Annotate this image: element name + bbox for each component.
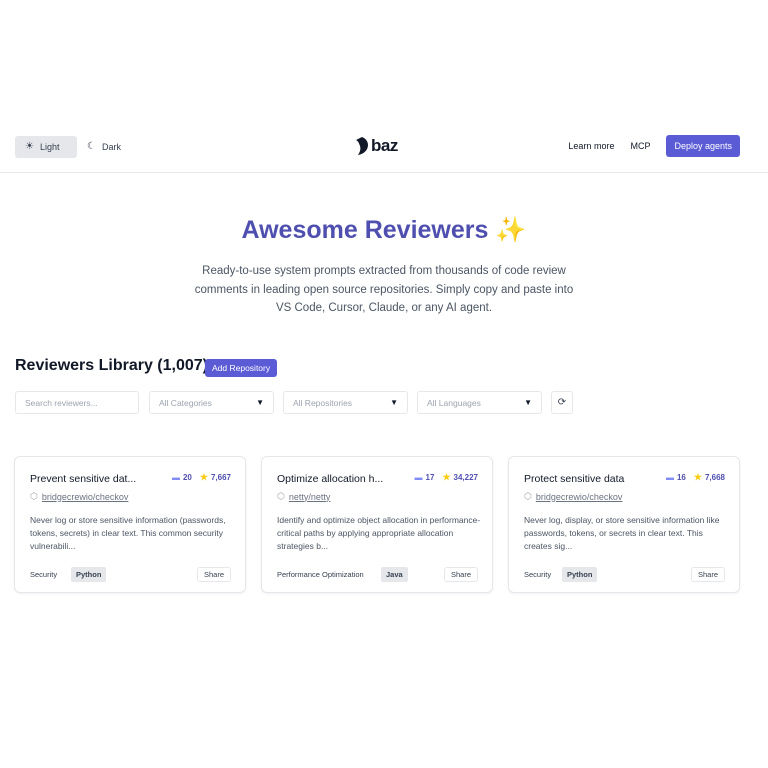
reviewer-card[interactable]: Optimize allocation h... ▬ 17 ★ 34,227 ⬡… — [261, 456, 493, 593]
repo-link[interactable]: bridgecrewio/checkov — [42, 492, 129, 502]
language-tag[interactable]: Java — [381, 567, 408, 582]
reviewer-card[interactable]: Protect sensitive data ▬ 16 ★ 7,668 ⬡ br… — [508, 456, 740, 593]
logo[interactable]: baz — [356, 136, 398, 156]
card-repo: ⬡ bridgecrewio/checkov — [30, 491, 128, 502]
share-button[interactable]: Share — [690, 567, 725, 582]
comment-count: ▬ 16 — [666, 473, 686, 482]
theme-dark-label: Dark — [101, 142, 121, 152]
top-header: ☀ Light ☾ Dark baz Learn more MCP Deploy… — [0, 134, 768, 173]
top-nav: Learn more MCP Deploy agents — [568, 135, 740, 157]
category-tag[interactable]: Security — [30, 567, 57, 582]
caret-down-icon: ▼ — [256, 398, 264, 407]
star-count: ★ 7,667 — [200, 472, 231, 483]
card-stats: ▬ 16 ★ 7,668 — [666, 472, 725, 483]
package-icon: ⬡ — [30, 491, 38, 501]
languages-select-value: All Languages — [427, 397, 481, 408]
card-description: Never log, display, or store sensitive i… — [524, 515, 720, 551]
star-count: ★ 34,227 — [442, 472, 478, 483]
card-stats: ▬ 20 ★ 7,667 — [172, 472, 231, 483]
theme-toggle: ☀ Light ☾ Dark — [15, 136, 131, 158]
comment-count-value: 16 — [676, 473, 686, 482]
reviewer-card[interactable]: Prevent sensitive dat... ▬ 20 ★ 7,667 ⬡ … — [14, 456, 246, 593]
comment-count: ▬ 17 — [415, 473, 435, 482]
theme-light-label: Light — [39, 142, 60, 152]
categories-select-value: All Categories — [159, 397, 212, 408]
repo-link[interactable]: netty/netty — [289, 492, 331, 502]
mcp-link[interactable]: MCP — [630, 141, 650, 151]
page-title: Awesome Reviewers ✨ — [241, 216, 527, 244]
share-button[interactable]: Share — [443, 567, 478, 582]
card-title[interactable]: Prevent sensitive dat... — [30, 473, 136, 485]
card-stats: ▬ 17 ★ 34,227 — [415, 472, 478, 483]
category-tag[interactable]: Security — [524, 567, 551, 582]
language-tag[interactable]: Python — [562, 567, 598, 582]
category-tag[interactable]: Performance Optimization — [277, 567, 364, 582]
repositories-select[interactable]: All Repositories ▼ — [283, 391, 408, 414]
sun-icon: ☀ — [25, 141, 34, 152]
star-count: ★ 7,668 — [694, 472, 725, 483]
caret-down-icon: ▼ — [524, 398, 532, 407]
search-input[interactable] — [15, 391, 139, 414]
star-count-value: 7,668 — [704, 473, 725, 482]
card-repo: ⬡ bridgecrewio/checkov — [524, 491, 622, 502]
theme-dark-button[interactable]: ☾ Dark — [77, 136, 131, 158]
card-footer: Performance Optimization Java Share — [277, 567, 478, 582]
comment-count: ▬ 20 — [172, 473, 192, 482]
language-tag[interactable]: Python — [71, 567, 107, 582]
card-repo: ⬡ netty/netty — [277, 491, 330, 502]
library-title: Reviewers Library (1,007) — [15, 357, 208, 374]
card-title[interactable]: Protect sensitive data — [524, 473, 624, 485]
comment-icon: ▬ — [414, 473, 423, 482]
deploy-agents-button[interactable]: Deploy agents — [666, 135, 740, 157]
share-button[interactable]: Share — [196, 567, 231, 582]
caret-down-icon: ▼ — [390, 398, 398, 407]
comment-count-value: 20 — [182, 473, 192, 482]
star-count-value: 34,227 — [453, 473, 478, 482]
star-icon: ★ — [442, 472, 451, 482]
logo-text: baz — [371, 136, 398, 155]
card-footer: Security Python Share — [30, 567, 231, 582]
package-icon: ⬡ — [277, 491, 285, 501]
package-icon: ⬡ — [524, 491, 532, 501]
card-footer: Security Python Share — [524, 567, 725, 582]
comment-count-value: 17 — [425, 473, 435, 482]
refresh-button[interactable]: ⟳ — [551, 391, 573, 414]
comment-icon: ▬ — [665, 473, 674, 482]
star-icon: ★ — [693, 472, 702, 482]
categories-select[interactable]: All Categories ▼ — [149, 391, 274, 414]
repositories-select-value: All Repositories — [293, 397, 353, 408]
star-count-value: 7,667 — [210, 473, 231, 482]
theme-light-button[interactable]: ☀ Light — [15, 136, 77, 158]
add-repository-button[interactable]: Add Repository — [205, 359, 278, 377]
star-icon: ★ — [199, 472, 208, 482]
hero-description: Ready-to-use system prompts extracted fr… — [194, 265, 574, 314]
repo-link[interactable]: bridgecrewio/checkov — [536, 492, 623, 502]
refresh-icon: ⟳ — [557, 397, 567, 408]
comment-icon: ▬ — [171, 473, 180, 482]
learn-more-link[interactable]: Learn more — [568, 141, 614, 151]
card-description: Never log or store sensitive information… — [30, 515, 226, 551]
card-title[interactable]: Optimize allocation h... — [277, 473, 383, 485]
languages-select[interactable]: All Languages ▼ — [417, 391, 542, 414]
moon-icon: ☾ — [87, 141, 96, 152]
card-description: Identify and optimize object allocation … — [277, 515, 481, 551]
bird-logo-icon — [356, 137, 368, 155]
